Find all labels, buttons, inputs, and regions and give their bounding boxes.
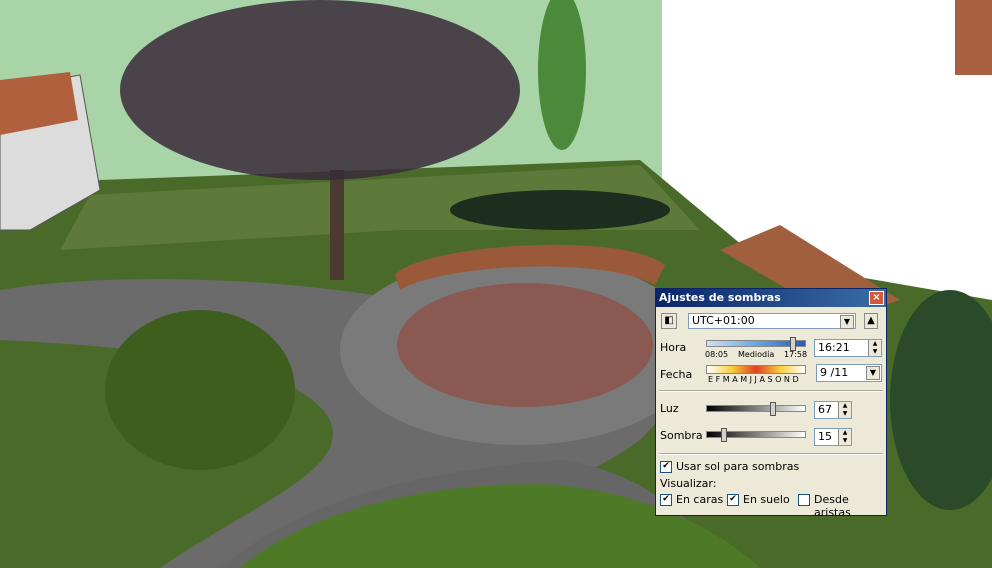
fecha-label: Fecha bbox=[660, 368, 693, 381]
fecha-slider[interactable] bbox=[706, 365, 806, 374]
tree-trunk bbox=[330, 170, 344, 280]
hora-label: Hora bbox=[660, 341, 687, 354]
tree-canopy bbox=[120, 0, 520, 180]
desde-aristas-checkbox[interactable] bbox=[798, 494, 810, 506]
sombra-slider-thumb[interactable] bbox=[721, 428, 728, 442]
chevron-down-icon[interactable]: ▼ bbox=[840, 315, 854, 329]
separator bbox=[659, 453, 883, 455]
bushes bbox=[450, 190, 670, 230]
brick-corner bbox=[955, 0, 992, 75]
hora-value: 16:21 bbox=[818, 341, 850, 354]
luz-label: Luz bbox=[660, 402, 679, 415]
shadow-toggle-icon[interactable]: ◧ bbox=[661, 313, 677, 329]
usar-sol-label: Usar sol para sombras bbox=[676, 460, 800, 473]
en-suelo-checkbox[interactable]: ✔ bbox=[727, 494, 739, 506]
visualizar-label: Visualizar: bbox=[660, 477, 717, 490]
fecha-months: E F M A M J J A S O N D bbox=[708, 375, 799, 384]
en-caras-checkbox[interactable]: ✔ bbox=[660, 494, 672, 506]
usar-sol-checkbox[interactable]: ✔ bbox=[660, 461, 672, 473]
en-caras-label: En caras bbox=[676, 493, 724, 506]
plaza-center bbox=[397, 283, 653, 407]
hora-field[interactable]: 16:21 ▲ ▼ bbox=[814, 339, 882, 357]
dialog-title-bar[interactable]: Ajustes de sombras × bbox=[656, 289, 886, 307]
luz-field[interactable]: 67 ▲ ▼ bbox=[814, 401, 852, 419]
desde-aristas-label: Desde aristas bbox=[814, 493, 851, 519]
hora-slider[interactable] bbox=[706, 337, 806, 351]
separator bbox=[659, 390, 883, 392]
luz-value: 67 bbox=[818, 403, 832, 416]
sombra-field[interactable]: 15 ▲ ▼ bbox=[814, 428, 852, 446]
hora-spinner[interactable]: ▲ ▼ bbox=[868, 340, 881, 356]
sombra-value: 15 bbox=[818, 430, 832, 443]
collapse-icon[interactable]: ▲ bbox=[864, 313, 878, 329]
hora-tick-start: 08:05 bbox=[705, 350, 729, 359]
timezone-select[interactable]: UTC+01:00 ▼ bbox=[688, 313, 856, 329]
timezone-value: UTC+01:00 bbox=[692, 314, 755, 327]
hora-tick-end: 17:58 bbox=[784, 350, 808, 359]
luz-spinner[interactable]: ▲ ▼ bbox=[838, 402, 851, 418]
fecha-value: 9 /11 bbox=[820, 366, 849, 379]
luz-slider[interactable] bbox=[706, 402, 806, 416]
hora-slider-thumb[interactable] bbox=[789, 337, 796, 351]
dialog-title: Ajustes de sombras bbox=[659, 291, 781, 304]
sombra-spinner[interactable]: ▲ ▼ bbox=[838, 429, 851, 445]
shadow-settings-dialog: Ajustes de sombras × ◧ UTC+01:00 ▼ ▲ Hor… bbox=[655, 288, 887, 519]
sombra-label: Sombra bbox=[660, 429, 703, 442]
fecha-select[interactable]: 9 /11 ▼ bbox=[816, 364, 882, 382]
en-suelo-label: En suelo bbox=[743, 493, 790, 506]
chevron-down-icon[interactable]: ▼ bbox=[866, 366, 880, 380]
hora-tick-mid: Mediodía bbox=[738, 350, 775, 359]
luz-slider-thumb[interactable] bbox=[769, 402, 776, 416]
sombra-slider[interactable] bbox=[706, 428, 806, 442]
close-icon[interactable]: × bbox=[869, 291, 884, 305]
grass-patch bbox=[105, 310, 295, 470]
